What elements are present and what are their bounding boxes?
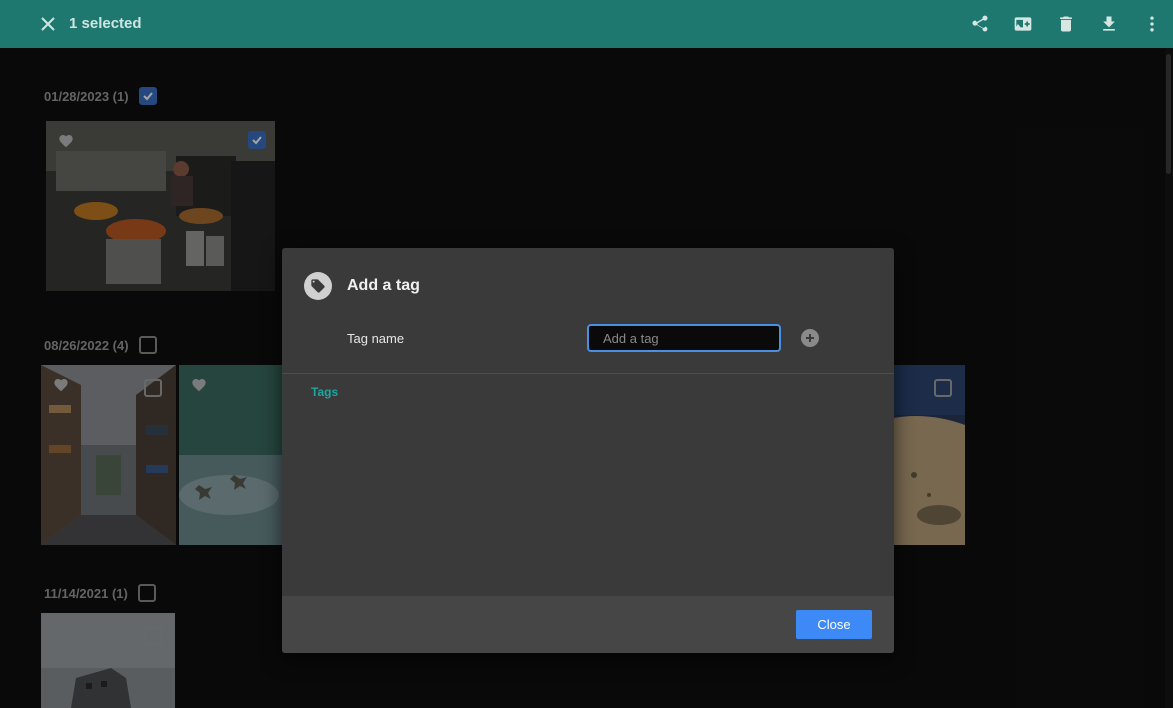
download-icon: [1102, 16, 1115, 31]
close-button[interactable]: Close: [796, 610, 872, 639]
delete-button[interactable]: [1044, 0, 1087, 48]
share-button[interactable]: [958, 0, 1001, 48]
selection-toolbar: 1 selected: [0, 0, 1173, 48]
toolbar-actions: [958, 0, 1173, 48]
dialog-divider: [282, 373, 894, 374]
tag-icon: [304, 272, 332, 300]
close-icon: [41, 17, 55, 31]
add-to-album-button[interactable]: [1001, 0, 1044, 48]
dialog-title: Add a tag: [347, 277, 420, 294]
more-vert-icon: [1149, 16, 1154, 32]
add-tag-dialog: Add a tag Tag name Tags Close: [282, 248, 894, 653]
tags-section-label: Tags: [311, 385, 339, 399]
download-button[interactable]: [1087, 0, 1130, 48]
add-to-album-icon: [1014, 17, 1031, 31]
add-tag-button[interactable]: [801, 329, 819, 347]
delete-icon: [1059, 16, 1072, 32]
tag-name-input[interactable]: [587, 324, 781, 352]
dialog-footer: Close: [282, 596, 894, 653]
share-icon: [972, 15, 987, 32]
plus-icon: [806, 334, 814, 342]
more-options-button[interactable]: [1130, 0, 1173, 48]
tag-name-label: Tag name: [347, 331, 405, 346]
close-selection-button[interactable]: [36, 12, 60, 36]
selected-count: 1 selected: [69, 15, 142, 32]
